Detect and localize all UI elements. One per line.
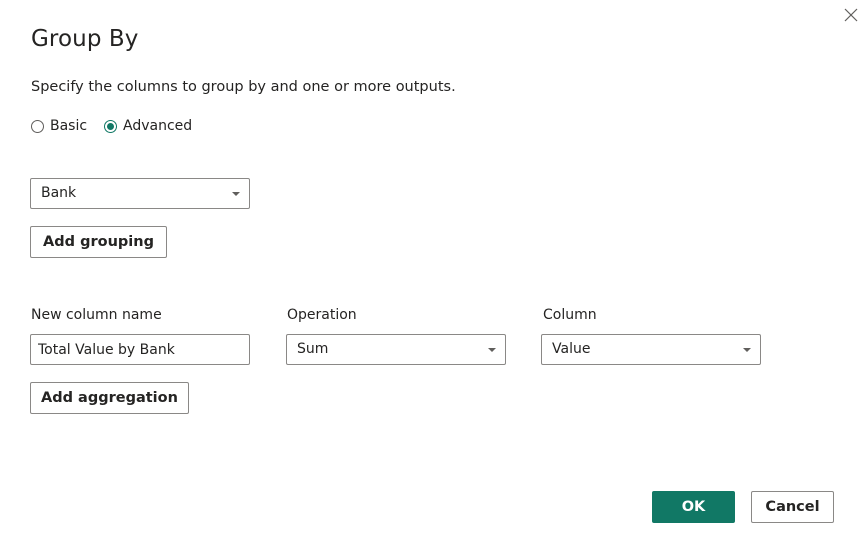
column-label: Column [543,307,597,323]
group-by-column-select[interactable]: Bank [30,178,250,209]
chevron-down-icon [488,348,496,352]
group-by-dialog: Group By Specify the columns to group by… [0,0,867,554]
operation-label: Operation [287,307,357,323]
radio-advanced-label: Advanced [123,118,193,134]
radio-basic-circle[interactable] [31,119,44,133]
group-by-column-value: Bank [41,185,77,201]
operation-value: Sum [297,341,329,357]
operation-select[interactable]: Sum [286,334,506,365]
radio-basic-label: Basic [50,118,88,134]
dialog-description: Specify the columns to group by and one … [31,79,456,95]
add-aggregation-button[interactable]: Add aggregation [30,382,189,414]
close-button[interactable] [842,6,860,24]
cancel-button[interactable]: Cancel [751,491,834,523]
dialog-title: Group By [31,26,139,52]
column-value: Value [552,341,591,357]
radio-advanced-circle[interactable] [104,119,117,133]
new-column-name-label: New column name [31,307,162,323]
column-select[interactable]: Value [541,334,761,365]
ok-button[interactable]: OK [652,491,735,523]
chevron-down-icon [232,192,240,196]
radio-advanced[interactable]: Advanced [104,116,192,136]
new-column-name-input[interactable] [30,334,250,365]
radio-basic[interactable]: Basic [31,116,87,136]
close-icon [844,8,858,22]
chevron-down-icon [743,348,751,352]
add-grouping-button[interactable]: Add grouping [30,226,167,258]
